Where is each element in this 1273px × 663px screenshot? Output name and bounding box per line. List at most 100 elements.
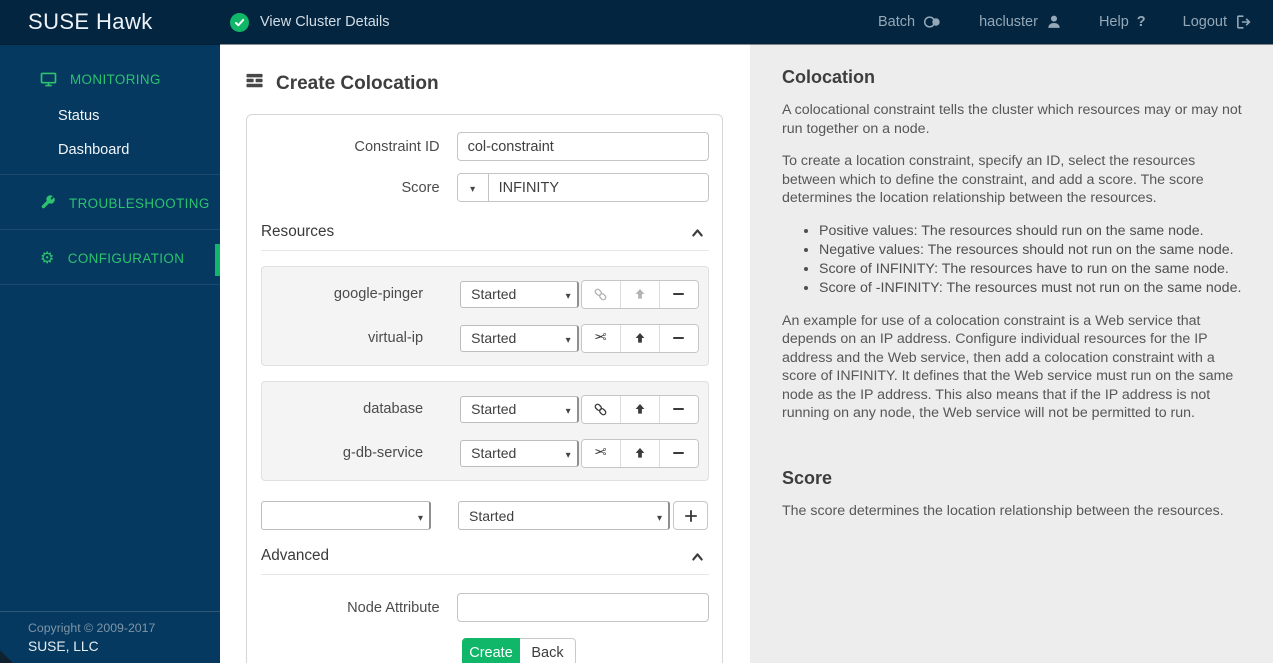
help-bullet: Score of INFINITY: The resources have to… [819, 260, 1245, 278]
chevron-up-icon[interactable] [690, 550, 705, 563]
scissors-icon [594, 329, 607, 347]
list-stack-icon [246, 72, 264, 95]
sidebar-section-label: TROUBLESHOOTING [69, 195, 210, 211]
resource-actions [580, 438, 699, 468]
username-label: hacluster [979, 14, 1038, 30]
resource-group: database Started g-db-service [261, 381, 709, 481]
remove-resource-button[interactable] [658, 439, 698, 467]
check-circle-icon [230, 12, 249, 32]
help-label: Help [1098, 14, 1129, 30]
move-up-button[interactable] [619, 439, 659, 467]
resource-actions [580, 279, 699, 309]
topbar-nav: Batch hacluster Help Logout [878, 14, 1273, 30]
help-panel: Colocation A colocational constraint tel… [750, 44, 1273, 663]
resource-name: g-db-service [342, 445, 424, 461]
node-attribute-label: Node Attribute [347, 599, 440, 616]
resource-row-google-pinger: google-pinger Started [262, 272, 699, 316]
score-dropdown-button[interactable] [457, 174, 489, 201]
caret-down-icon [566, 286, 571, 302]
question-icon [1137, 14, 1146, 30]
sidebar-item-status[interactable]: Status [0, 99, 220, 133]
caret-down-icon [566, 445, 571, 461]
resource-state-select[interactable]: Started [460, 324, 579, 352]
constraint-id-input[interactable] [456, 132, 709, 161]
minus-icon [673, 336, 685, 340]
remove-resource-button[interactable] [658, 395, 698, 423]
resource-state-value: Started [471, 401, 517, 417]
remove-resource-button[interactable] [658, 280, 698, 308]
page-title: Create Colocation [246, 72, 750, 95]
sidebar-footer: Copyright © 2009-2017 SUSE, LLC [0, 611, 220, 663]
resource-actions [580, 323, 699, 353]
back-button[interactable]: Back [520, 638, 576, 663]
copyright-text: Copyright © 2009-2017 [28, 621, 156, 635]
sidebar-item-configuration[interactable]: CONFIGURATION [0, 237, 220, 277]
logout-label: Logout [1182, 14, 1227, 30]
logout-button[interactable]: Logout [1183, 14, 1251, 30]
help-bullet: Negative values: The resources should no… [819, 241, 1245, 259]
form-actions: Create Back [261, 638, 709, 663]
unlink-resource-button[interactable] [581, 439, 620, 467]
caret-down-icon [657, 508, 662, 524]
toggle-icon [923, 15, 942, 29]
unlink-resource-button[interactable] [581, 324, 620, 352]
constraint-id-label: Constraint ID [354, 138, 440, 155]
score-input[interactable] [488, 174, 708, 201]
user-menu[interactable]: hacluster [979, 14, 1062, 30]
resource-state-value: Started [471, 445, 517, 461]
link-resource-button[interactable] [581, 395, 620, 423]
help-bullet: Positive values: The resources should ru… [819, 222, 1245, 240]
sidebar-item-dashboard[interactable]: Dashboard [0, 133, 220, 167]
app-brand[interactable]: SUSE Hawk [0, 9, 222, 35]
gear-icon [40, 250, 55, 266]
batch-button[interactable]: Batch [878, 14, 942, 30]
help-paragraph: To create a location constraint, specify… [782, 153, 1204, 206]
caret-down-icon [470, 179, 475, 197]
resource-state-select[interactable]: Started [460, 280, 579, 308]
resource-name: virtual-ip [368, 330, 424, 346]
new-resource-state-select[interactable]: Started [458, 501, 670, 530]
sidebar-section-label: CONFIGURATION [67, 250, 185, 266]
view-cluster-details[interactable]: View Cluster Details [222, 12, 389, 32]
help-bullet: Score of -INFINITY: The resources must n… [819, 279, 1245, 297]
resource-name: google-pinger [333, 286, 424, 302]
new-resource-state-value: Started [469, 507, 515, 524]
user-icon [1046, 14, 1062, 30]
add-resource-button[interactable] [673, 501, 708, 530]
help-paragraph: An example for use of a colocation const… [782, 312, 1234, 422]
move-up-button[interactable] [619, 395, 659, 423]
score-label: Score [401, 179, 440, 196]
resource-actions [580, 394, 699, 424]
help-score-title: Score [782, 467, 833, 488]
main-content: Create Colocation Constraint ID Score Re… [220, 44, 750, 663]
caret-down-icon [418, 508, 423, 524]
resources-section-header: Resources [261, 214, 709, 251]
create-button[interactable]: Create [462, 638, 520, 663]
resource-state-select[interactable]: Started [460, 439, 579, 467]
move-up-button[interactable] [619, 324, 659, 352]
minus-icon [673, 451, 685, 455]
node-attribute-input[interactable] [456, 593, 709, 622]
sidebar-divider [0, 229, 220, 230]
help-menu[interactable]: Help [1099, 14, 1146, 30]
link-resource-button [581, 280, 620, 308]
resource-state-value: Started [471, 286, 517, 302]
remove-resource-button[interactable] [658, 324, 698, 352]
help-paragraph: A colocational constraint tells the clus… [782, 102, 1242, 137]
batch-label: Batch [878, 14, 916, 30]
resources-section-label: Resources [261, 223, 335, 240]
colocation-form: Constraint ID Score Resources googl [246, 114, 723, 663]
move-up-button [619, 280, 659, 308]
resource-name: database [363, 401, 424, 417]
company-text: SUSE, LLC [28, 639, 99, 654]
chevron-up-icon[interactable] [690, 226, 705, 239]
plus-icon [684, 509, 697, 522]
caret-down-icon [566, 330, 571, 346]
resource-row-database: database Started [262, 387, 699, 431]
advanced-section-header: Advanced [261, 538, 709, 575]
minus-icon [673, 407, 685, 411]
sidebar-item-monitoring[interactable]: MONITORING [0, 58, 220, 99]
sidebar-item-troubleshooting[interactable]: TROUBLESHOOTING [0, 182, 220, 222]
new-resource-select[interactable] [261, 501, 431, 530]
resource-state-select[interactable]: Started [460, 395, 579, 423]
